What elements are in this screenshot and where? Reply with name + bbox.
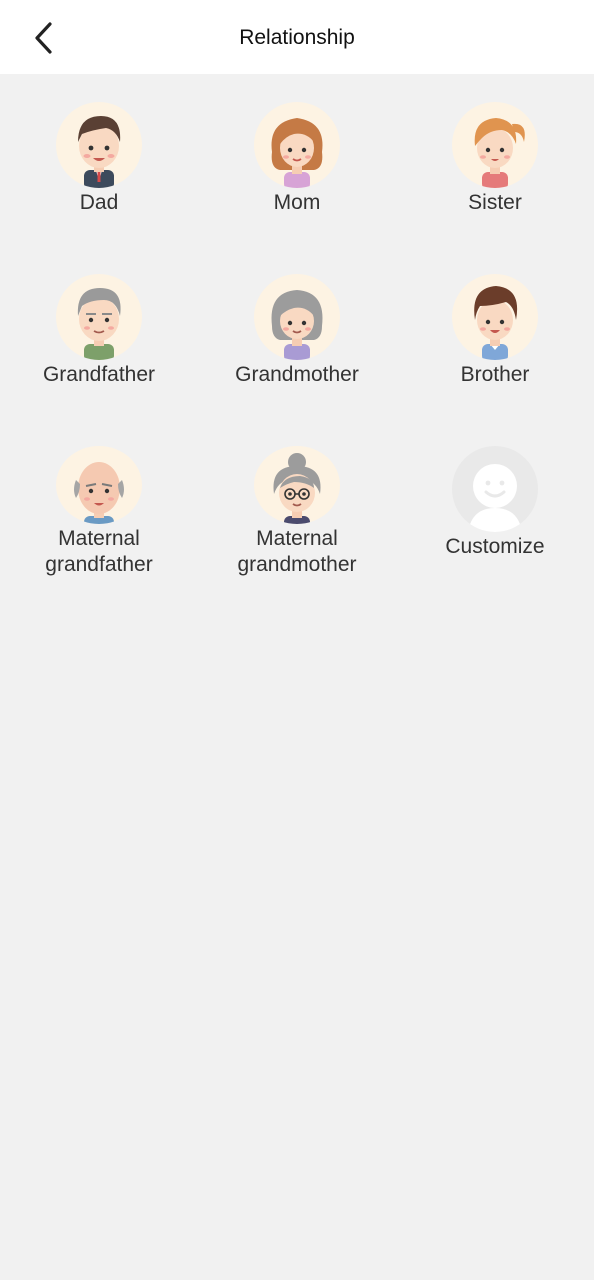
relation-label: Grandfather [42,363,156,386]
relation-option-maternal-grandfather[interactable]: Maternal grandfather [0,418,198,578]
relation-label: Grandmother [235,363,359,386]
relation-option-grandfather[interactable]: Grandfather [0,246,198,406]
relation-option-mom[interactable]: Mom [198,74,396,234]
relation-option-maternal-grandmother[interactable]: Maternal grandmother [198,418,396,578]
dad-avatar-icon [56,102,142,188]
page-title: Relationship [239,26,355,49]
relation-option-brother[interactable]: Brother [396,246,594,406]
relation-label: Maternal grandfather [45,527,153,576]
top-bar: Relationship [0,0,594,74]
grandmother-avatar-icon [254,274,340,360]
relation-option-customize[interactable]: Customize [396,418,594,578]
sister-avatar-icon [452,102,538,188]
relation-label: Mom [273,191,321,214]
relation-label: Brother [460,363,530,386]
relation-label: Dad [79,191,119,214]
relation-option-grandmother[interactable]: Grandmother [198,246,396,406]
mom-avatar-icon [254,102,340,188]
relation-label: Sister [468,191,522,214]
brother-avatar-icon [452,274,538,360]
grandfather-avatar-icon [56,274,142,360]
relation-option-dad[interactable]: Dad [0,74,198,234]
relation-label: Maternal grandmother [237,527,357,576]
relation-option-sister[interactable]: Sister [396,74,594,234]
relation-label: Customize [445,535,545,558]
maternal-grandfather-avatar-icon [56,446,142,524]
customize-avatar-icon [452,446,538,532]
maternal-grandmother-avatar-icon [254,446,340,524]
